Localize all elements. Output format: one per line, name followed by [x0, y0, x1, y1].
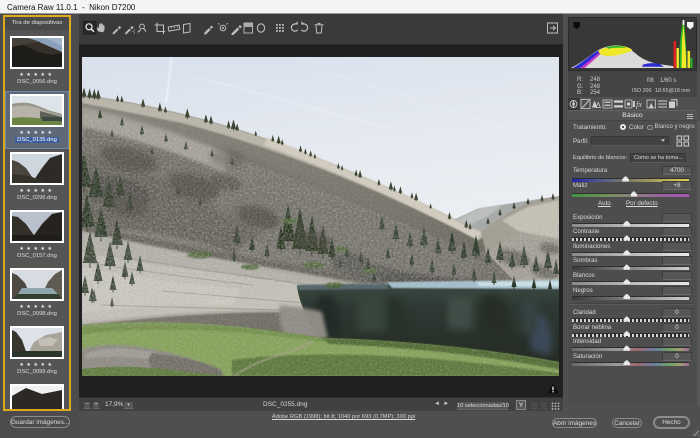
- svg-text:fx: fx: [636, 99, 642, 109]
